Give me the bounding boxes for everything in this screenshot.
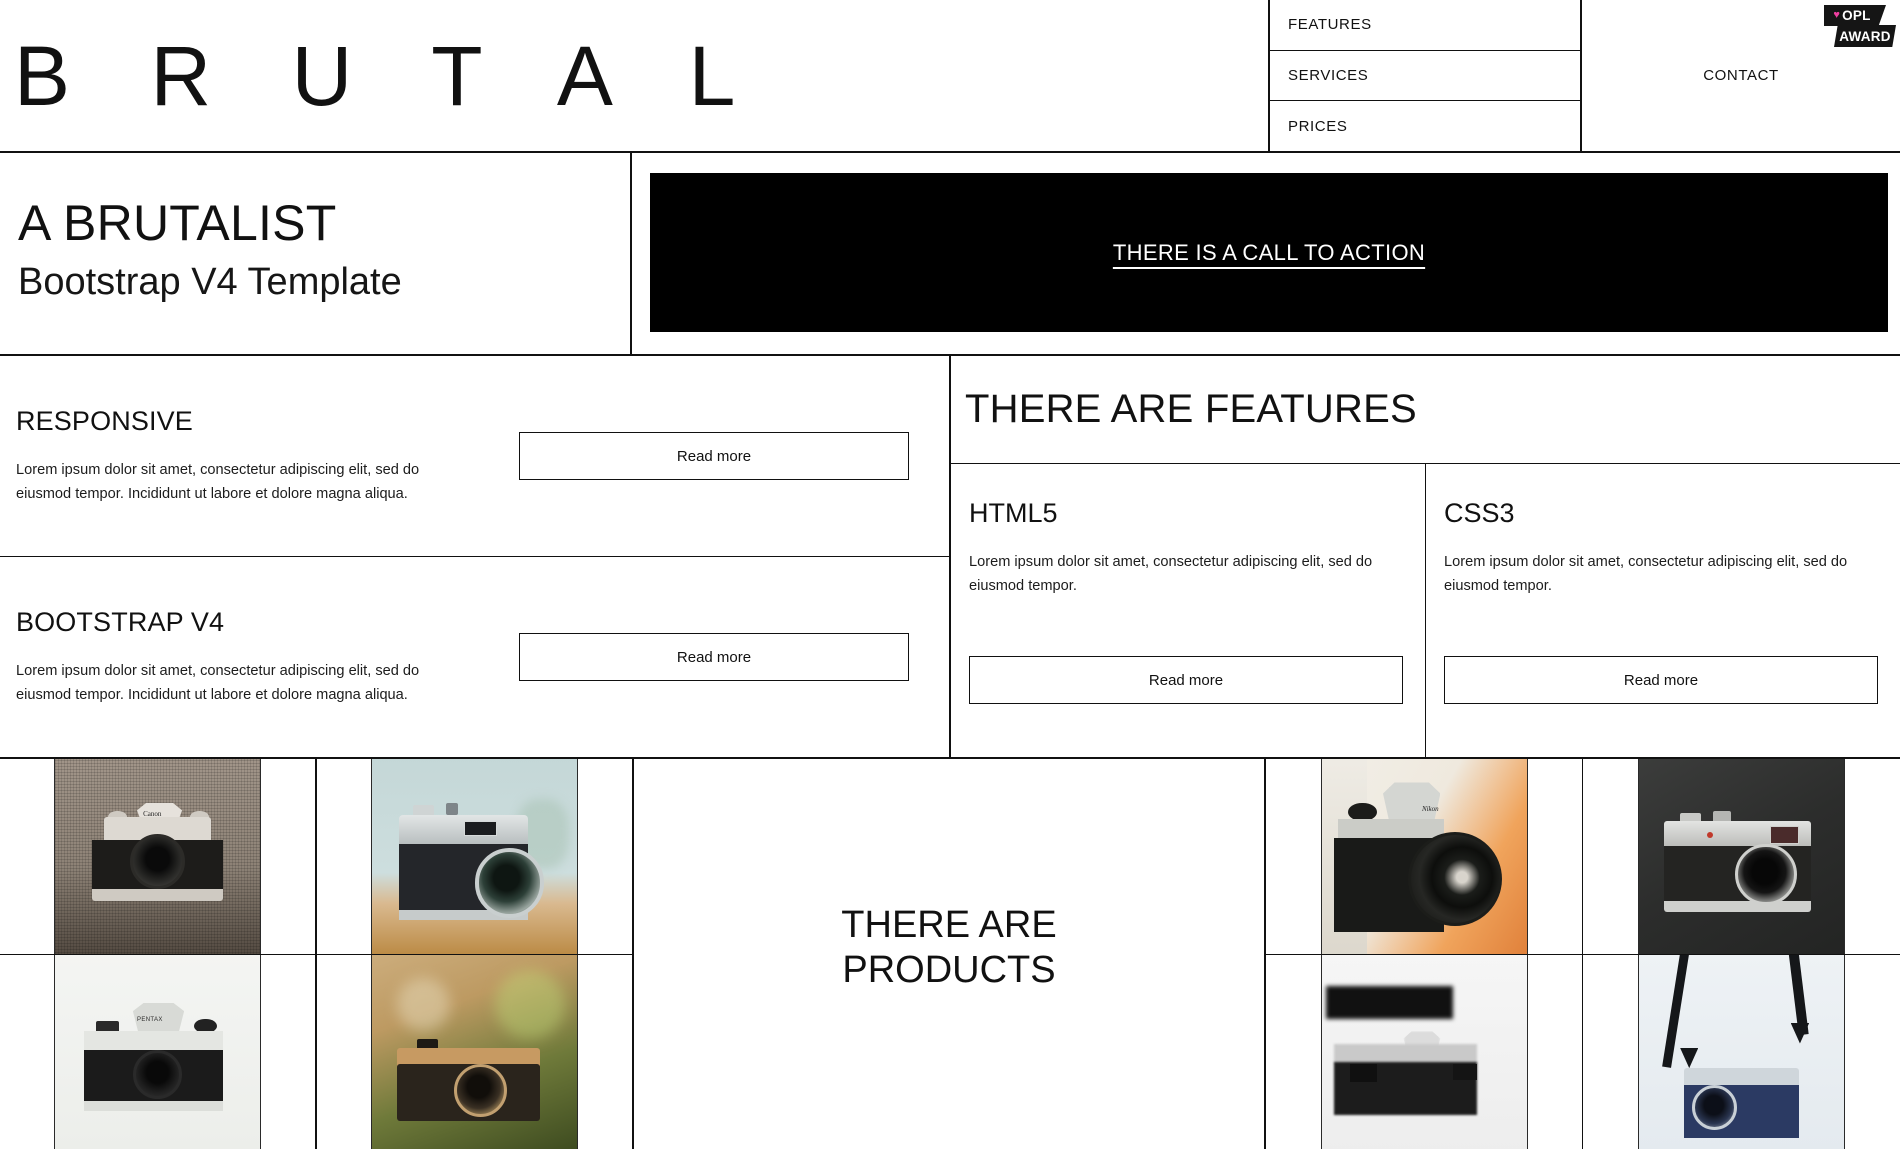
panel-responsive: RESPONSIVE Lorem ipsum dolor sit amet, c… <box>0 356 949 557</box>
feature-css3-body: Lorem ipsum dolor sit amet, consectetur … <box>1444 554 1848 594</box>
product-image-asahi-pentax[interactable]: PENTAX <box>54 954 261 1149</box>
nav-item-services[interactable]: SERVICES <box>1270 51 1580 102</box>
panel-bootstrap-read-more-button[interactable]: Read more <box>519 633 909 681</box>
content-section: RESPONSIVE Lorem ipsum dolor sit amet, c… <box>0 356 1900 759</box>
product-cell[interactable] <box>317 759 632 955</box>
feature-css3-title: CSS3 <box>1444 498 1515 528</box>
product-cell[interactable] <box>1583 759 1900 955</box>
panel-responsive-body: Lorem ipsum dolor sit amet, consectetur … <box>16 461 420 502</box>
features-card-row: HTML5 Lorem ipsum dolor sit amet, consec… <box>951 464 1900 757</box>
product-cell[interactable]: Canon <box>0 759 315 955</box>
panel-bootstrap-body: Lorem ipsum dolor sit amet, consectetur … <box>16 662 420 703</box>
products-column-2 <box>317 759 634 1149</box>
products-section: Canon PENTAX THERE ARE PRODUCTS Nikon <box>0 759 1900 1149</box>
hero-cta-area: THERE IS A CALL TO ACTION <box>632 153 1900 354</box>
products-right-group: Nikon <box>1264 759 1900 1149</box>
product-cell[interactable] <box>1266 954 1582 1149</box>
feature-html5-title: HTML5 <box>969 498 1058 528</box>
products-column-1: Canon PENTAX <box>0 759 317 1149</box>
panel-bootstrap-heading: BOOTSTRAP V4 <box>16 606 225 637</box>
feature-card-html5: HTML5 Lorem ipsum dolor sit amet, consec… <box>951 464 1426 757</box>
feature-card-css3: CSS3 Lorem ipsum dolor sit amet, consect… <box>1426 464 1900 757</box>
product-image-vintage-green-bokeh[interactable] <box>371 954 578 1149</box>
cta-link[interactable]: THERE IS A CALL TO ACTION <box>1113 240 1425 266</box>
hero-text-block: A BRUTALIST Bootstrap V4 Template <box>0 153 632 354</box>
products-column-3: Nikon <box>1266 759 1583 1149</box>
product-cell[interactable] <box>1583 954 1900 1149</box>
feature-html5-body: Lorem ipsum dolor sit amet, consectetur … <box>969 554 1373 594</box>
product-cell[interactable] <box>317 954 632 1149</box>
nav-item-prices[interactable]: PRICES <box>1270 101 1580 151</box>
features-column: THERE ARE FEATURES HTML5 Lorem ipsum dol… <box>951 356 1900 757</box>
product-image-canon-ae1[interactable]: Canon <box>54 759 261 954</box>
product-image-camera-with-strap[interactable] <box>1638 954 1845 1149</box>
site-header: B R U T A L FEATURES SERVICES PRICES CON… <box>0 0 1900 153</box>
site-logo[interactable]: B R U T A L <box>0 0 1270 151</box>
panel-bootstrap-v4: BOOTSTRAP V4 Lorem ipsum dolor sit amet,… <box>0 557 949 757</box>
products-heading-line1: THERE ARE <box>841 904 1057 947</box>
products-column-4 <box>1583 759 1900 1149</box>
feature-html5-read-more-button[interactable]: Read more <box>969 656 1403 704</box>
info-panels-column: RESPONSIVE Lorem ipsum dolor sit amet, c… <box>0 356 951 757</box>
brutalist-landing-page: B R U T A L FEATURES SERVICES PRICES CON… <box>0 0 1900 1149</box>
product-cell[interactable]: PENTAX <box>0 954 315 1149</box>
features-heading: THERE ARE FEATURES <box>951 356 1900 464</box>
product-image-yashica-rangefinder[interactable] <box>371 759 578 954</box>
primary-nav: FEATURES SERVICES PRICES <box>1270 0 1582 151</box>
product-image-fujifilm-x100[interactable] <box>1638 759 1845 954</box>
hero-section: A BRUTALIST Bootstrap V4 Template THERE … <box>0 153 1900 356</box>
products-heading: THERE ARE PRODUCTS <box>634 759 1264 1149</box>
feature-css3-read-more-button[interactable]: Read more <box>1444 656 1878 704</box>
product-image-nikon-slr[interactable]: Nikon <box>1320 759 1528 954</box>
nav-item-features[interactable]: FEATURES <box>1270 0 1580 51</box>
hero-subtitle: Bootstrap V4 Template <box>18 260 402 303</box>
hero-title: A BRUTALIST <box>18 195 337 251</box>
panel-responsive-read-more-button[interactable]: Read more <box>519 432 909 480</box>
product-image-black-white-camera[interactable] <box>1320 954 1528 1149</box>
cta-panel: THERE IS A CALL TO ACTION <box>650 173 1888 332</box>
products-heading-line2: PRODUCTS <box>842 949 1056 991</box>
product-cell[interactable]: Nikon <box>1266 759 1582 955</box>
nav-item-contact[interactable]: CONTACT <box>1582 0 1900 151</box>
panel-responsive-heading: RESPONSIVE <box>16 405 193 436</box>
